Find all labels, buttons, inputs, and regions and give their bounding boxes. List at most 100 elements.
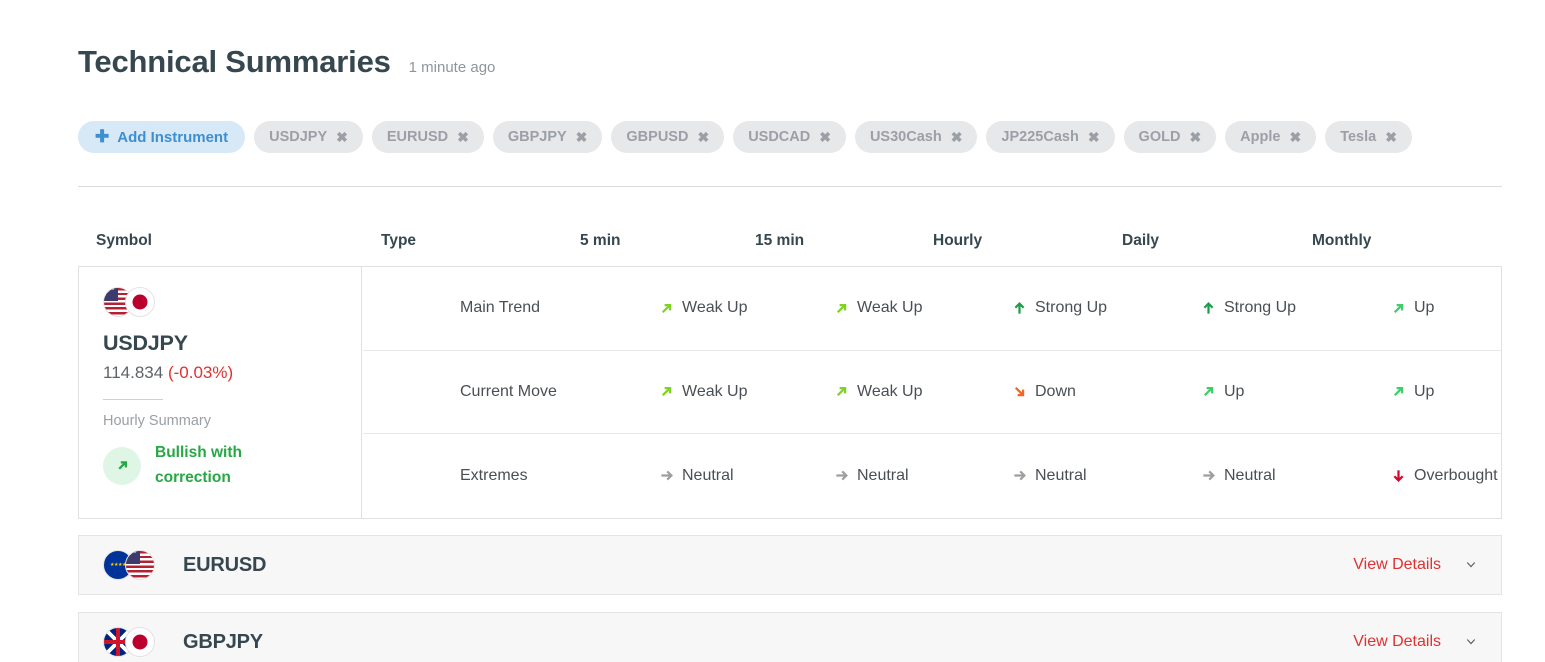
- view-details-link[interactable]: View Details: [1353, 556, 1441, 574]
- flag-pair: [103, 550, 159, 580]
- chevron-down-icon[interactable]: [1463, 560, 1479, 570]
- chip-label: GBPUSD: [626, 129, 689, 145]
- signal-type-label: Main Trend: [460, 299, 541, 317]
- symbol-panel: USDJPY 114.834 (-0.03%) Hourly Summary B…: [79, 267, 362, 518]
- signal-cell: Strong Up: [1201, 299, 1296, 317]
- technical-summaries-page: Technical Summaries 1 minute ago ✚ Add I…: [0, 0, 1545, 662]
- panel-divider: [103, 399, 163, 400]
- signal-cell: Up: [1391, 383, 1434, 401]
- flag-pair: [103, 627, 159, 657]
- signal-row: Main Trend Weak Up Weak Up Strong Up Strong …: [363, 267, 1501, 351]
- close-icon[interactable]: ✖: [457, 130, 469, 144]
- arrow-down-icon: [1393, 470, 1404, 483]
- signal-cell: Weak Up: [834, 299, 923, 317]
- view-details-control[interactable]: View Details: [1353, 633, 1479, 651]
- signal-label: Neutral: [1224, 466, 1276, 484]
- column-header-5-min: 5 min: [580, 232, 621, 249]
- signal-cell: Down: [1012, 383, 1076, 401]
- column-header-hourly: Hourly: [933, 232, 983, 249]
- add-instrument-button[interactable]: ✚ Add Instrument: [78, 121, 246, 153]
- arrow-right-icon: [1014, 471, 1026, 481]
- chevron-down-icon[interactable]: [1463, 637, 1479, 647]
- column-header-symbol: Symbol: [96, 232, 152, 249]
- page-title: Technical Summaries: [78, 44, 391, 79]
- close-icon[interactable]: ✖: [819, 130, 831, 144]
- symbol-name: USDJPY: [103, 331, 188, 355]
- symbol-price-line: 114.834 (-0.03%): [103, 363, 337, 383]
- view-details-control[interactable]: View Details: [1353, 556, 1479, 574]
- signal-grid: Main Trend Weak Up Weak Up Strong Up Strong …: [363, 267, 1501, 518]
- view-details-link[interactable]: View Details: [1353, 633, 1441, 651]
- column-header-daily: Daily: [1122, 232, 1160, 249]
- hourly-summary-row: Bullish with correction: [103, 441, 337, 491]
- instrument-chip-gbpjpy[interactable]: GBPJPY ✖: [492, 121, 603, 153]
- close-icon[interactable]: ✖: [1385, 130, 1397, 144]
- close-icon[interactable]: ✖: [697, 130, 709, 144]
- signal-cell: Weak Up: [834, 383, 923, 401]
- arrow-right-icon: [836, 471, 848, 481]
- instrument-chip-us30cash[interactable]: US30Cash ✖: [854, 121, 978, 153]
- signal-cell: Neutral: [659, 467, 734, 485]
- close-icon[interactable]: ✖: [1088, 130, 1100, 144]
- chip-label: EURUSD: [386, 129, 449, 145]
- signal-label: Neutral: [1035, 466, 1087, 484]
- instrument-chip-jp225cash[interactable]: JP225Cash ✖: [986, 121, 1115, 153]
- signal-label: Up: [1414, 299, 1435, 317]
- instrument-chip-usdjpy[interactable]: USDJPY ✖: [254, 121, 363, 153]
- close-icon[interactable]: ✖: [336, 130, 348, 144]
- signal-cell: Weak Up: [659, 299, 748, 317]
- chip-label: USDCAD: [748, 129, 811, 145]
- signal-label: Weak Up: [857, 382, 923, 400]
- table-header-row: Symbol Type 5 min 15 min Hourly Daily Monthly: [0, 232, 1545, 262]
- close-icon[interactable]: ✖: [951, 130, 963, 144]
- collapsed-instrument-row-gbpjpy[interactable]: GBPJPY View Details: [78, 612, 1502, 662]
- signal-label: Neutral: [857, 466, 909, 484]
- plus-icon: ✚: [95, 126, 110, 146]
- flag-pair: [103, 287, 159, 317]
- signal-row: Current Move Weak Up Weak Up Down Up Up: [363, 351, 1501, 435]
- instrument-chip-usdcad[interactable]: USDCAD ✖: [733, 121, 846, 153]
- signal-label: Overbought: [1414, 466, 1498, 484]
- chip-label: JP225Cash: [1001, 129, 1079, 145]
- instrument-chip-gold[interactable]: GOLD ✖: [1123, 121, 1217, 153]
- signal-cell: Strong Up: [1012, 299, 1107, 317]
- instrument-chip-apple[interactable]: Apple ✖: [1225, 121, 1317, 153]
- flag-jp-icon: [125, 627, 155, 657]
- collapsed-symbol-name: GBPJPY: [183, 630, 263, 653]
- chip-label: GOLD: [1138, 129, 1181, 145]
- signal-cell: Up: [1391, 299, 1434, 317]
- signal-cell: Neutral: [834, 467, 909, 485]
- chip-label: US30Cash: [869, 129, 942, 145]
- signal-cell: Weak Up: [659, 383, 748, 401]
- arrow-up-right-icon: [117, 461, 127, 470]
- close-icon[interactable]: ✖: [1289, 130, 1301, 144]
- signal-type-label: Extremes: [460, 466, 528, 484]
- page-header: Technical Summaries 1 minute ago: [78, 46, 495, 77]
- signal-row: Extremes Neutral Neutral Neutral Neutral Over…: [363, 434, 1501, 518]
- signal-label: Down: [1035, 382, 1076, 400]
- arrow-up-icon: [1203, 301, 1214, 314]
- instrument-card-usdjpy: USDJPY 114.834 (-0.03%) Hourly Summary B…: [78, 266, 1502, 519]
- flag-jp-icon: [125, 287, 155, 317]
- instrument-chip-tesla[interactable]: Tesla ✖: [1325, 121, 1412, 153]
- arrow-up-right-icon: [1203, 387, 1214, 397]
- arrow-up-right-icon: [836, 303, 847, 313]
- header-divider: [78, 186, 1502, 187]
- chip-label: GBPJPY: [507, 129, 567, 145]
- close-icon[interactable]: ✖: [576, 130, 588, 144]
- instrument-chip-eurusd[interactable]: EURUSD ✖: [371, 121, 484, 153]
- arrow-up-right-icon: [836, 387, 847, 397]
- close-icon[interactable]: ✖: [1189, 130, 1201, 144]
- arrow-right-icon: [1203, 471, 1215, 481]
- chip-label: Tesla: [1340, 129, 1377, 145]
- arrow-right-icon: [661, 471, 673, 481]
- collapsed-symbol-name: EURUSD: [183, 553, 267, 576]
- collapsed-instrument-row-eurusd[interactable]: EURUSD View Details: [78, 535, 1502, 595]
- signal-label: Neutral: [682, 466, 734, 484]
- arrow-up-right-icon: [661, 387, 672, 397]
- signal-label: Up: [1224, 382, 1245, 400]
- instrument-chip-gbpusd[interactable]: GBPUSD ✖: [611, 121, 725, 153]
- signal-label: Strong Up: [1035, 299, 1108, 317]
- flag-us-icon: [125, 550, 155, 580]
- add-instrument-label: Add Instrument: [117, 128, 229, 146]
